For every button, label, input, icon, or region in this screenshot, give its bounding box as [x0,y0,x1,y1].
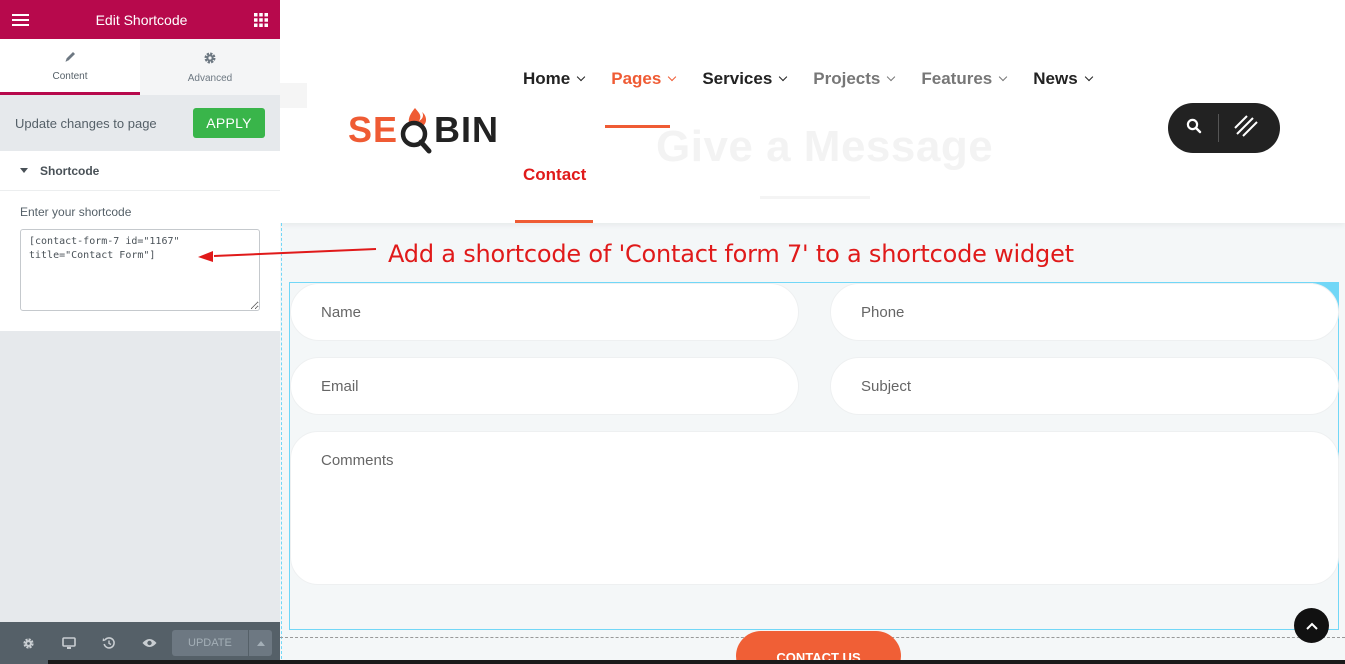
chevron-up-icon [1305,622,1318,630]
tab-content[interactable]: Content [0,39,140,95]
bottom-edge-strip [48,660,1345,664]
site-header: Give a Message SE BIN Home Pages Service… [280,0,1345,223]
update-button[interactable]: UPDATE [171,630,249,656]
chevron-down-icon [779,72,788,82]
logo-text-seo: SE [348,109,399,150]
panel-footer: UPDATE [0,622,280,664]
offcanvas-menu-icon[interactable] [1233,114,1259,143]
pill-divider [1218,114,1219,142]
pencil-icon [64,50,77,66]
logo-magnifier-flame-icon [398,104,434,156]
nav-item-contact[interactable]: Contact [523,165,586,185]
active-nav-underline [605,125,670,128]
shortcode-label: Enter your shortcode [20,205,132,219]
comments-field[interactable]: Comments [290,431,1339,585]
ghost-subline [760,196,870,199]
chevron-down-icon [887,72,896,82]
subject-field[interactable]: Subject [830,357,1339,415]
history-icon[interactable] [89,622,129,664]
header-actions-pill [1168,103,1280,153]
nav-item-news[interactable]: News [1033,60,1100,98]
ghost-heading: Give a Message [656,122,994,171]
nav-pages-label: Pages [611,69,662,88]
gear-icon [203,51,217,68]
nav-news-label: News [1033,69,1078,88]
section-title: Shortcode [40,163,100,178]
panel-header: Edit Shortcode [0,0,280,39]
nav-item-home[interactable]: Home [523,60,593,98]
search-icon[interactable] [1186,118,1202,139]
chevron-down-icon [999,72,1008,82]
nav-projects-label: Projects [813,69,881,88]
caret-down-icon [20,168,28,173]
main-nav: Home Pages Services Projects Features Ne… [523,60,1119,98]
chevron-down-icon [1084,72,1093,82]
shortcode-input[interactable]: [contact-form-7 id="1167" title="Contact… [20,229,260,311]
phone-field[interactable]: Phone [830,283,1339,341]
back-to-top-button[interactable] [1294,608,1329,643]
responsive-mode-icon[interactable] [48,622,88,664]
nav-item-features[interactable]: Features [921,60,1015,98]
update-notice-text: Update changes to page [15,115,157,131]
widgets-grid-icon[interactable] [254,12,268,27]
nav-home-label: Home [523,69,571,88]
section-boundary [281,223,282,664]
chevron-down-icon [668,72,677,82]
panel-tabs: Content Advanced [0,39,280,95]
nav-item-projects[interactable]: Projects [813,60,903,98]
nav-features-label: Features [921,69,993,88]
update-options-caret-icon[interactable] [248,630,272,656]
comments-placeholder: Comments [321,452,394,469]
panel-title: Edit Shortcode [95,11,188,28]
email-placeholder: Email [321,377,359,395]
logo-text-bin: BIN [434,109,500,150]
name-placeholder: Name [321,303,362,321]
apply-button[interactable]: APPLY [193,108,265,138]
nav-item-services[interactable]: Services [702,60,795,98]
annotation-text: Add a shortcode of 'Contact form 7' to a… [388,240,1074,268]
tab-advanced-label: Advanced [187,72,233,84]
nav-item-pages[interactable]: Pages [611,60,684,98]
tab-advanced[interactable]: Advanced [140,39,280,95]
preview-eye-icon[interactable] [129,622,169,664]
hamburger-menu-icon[interactable] [12,13,29,27]
shortcode-section-body: Enter your shortcode [contact-form-7 id=… [0,191,280,331]
phone-placeholder: Phone [861,303,905,321]
settings-gear-icon[interactable] [8,622,48,664]
elementor-panel: Edit Shortcode Content Advanced Update c… [0,0,280,664]
page-preview: Give a Message SE BIN Home Pages Service… [280,0,1345,664]
shortcode-section-toggle[interactable]: Shortcode [0,151,280,191]
tab-content-label: Content [52,70,88,82]
ghost-element [280,83,307,108]
email-field[interactable]: Email [290,357,799,415]
site-logo[interactable]: SE BIN [348,104,499,156]
contact-nav-underline [515,220,593,223]
chevron-down-icon [576,72,586,82]
update-changes-bar: Update changes to page APPLY [0,95,280,151]
nav-services-label: Services [702,69,773,88]
subject-placeholder: Subject [861,377,912,395]
name-field[interactable]: Name [290,283,799,341]
